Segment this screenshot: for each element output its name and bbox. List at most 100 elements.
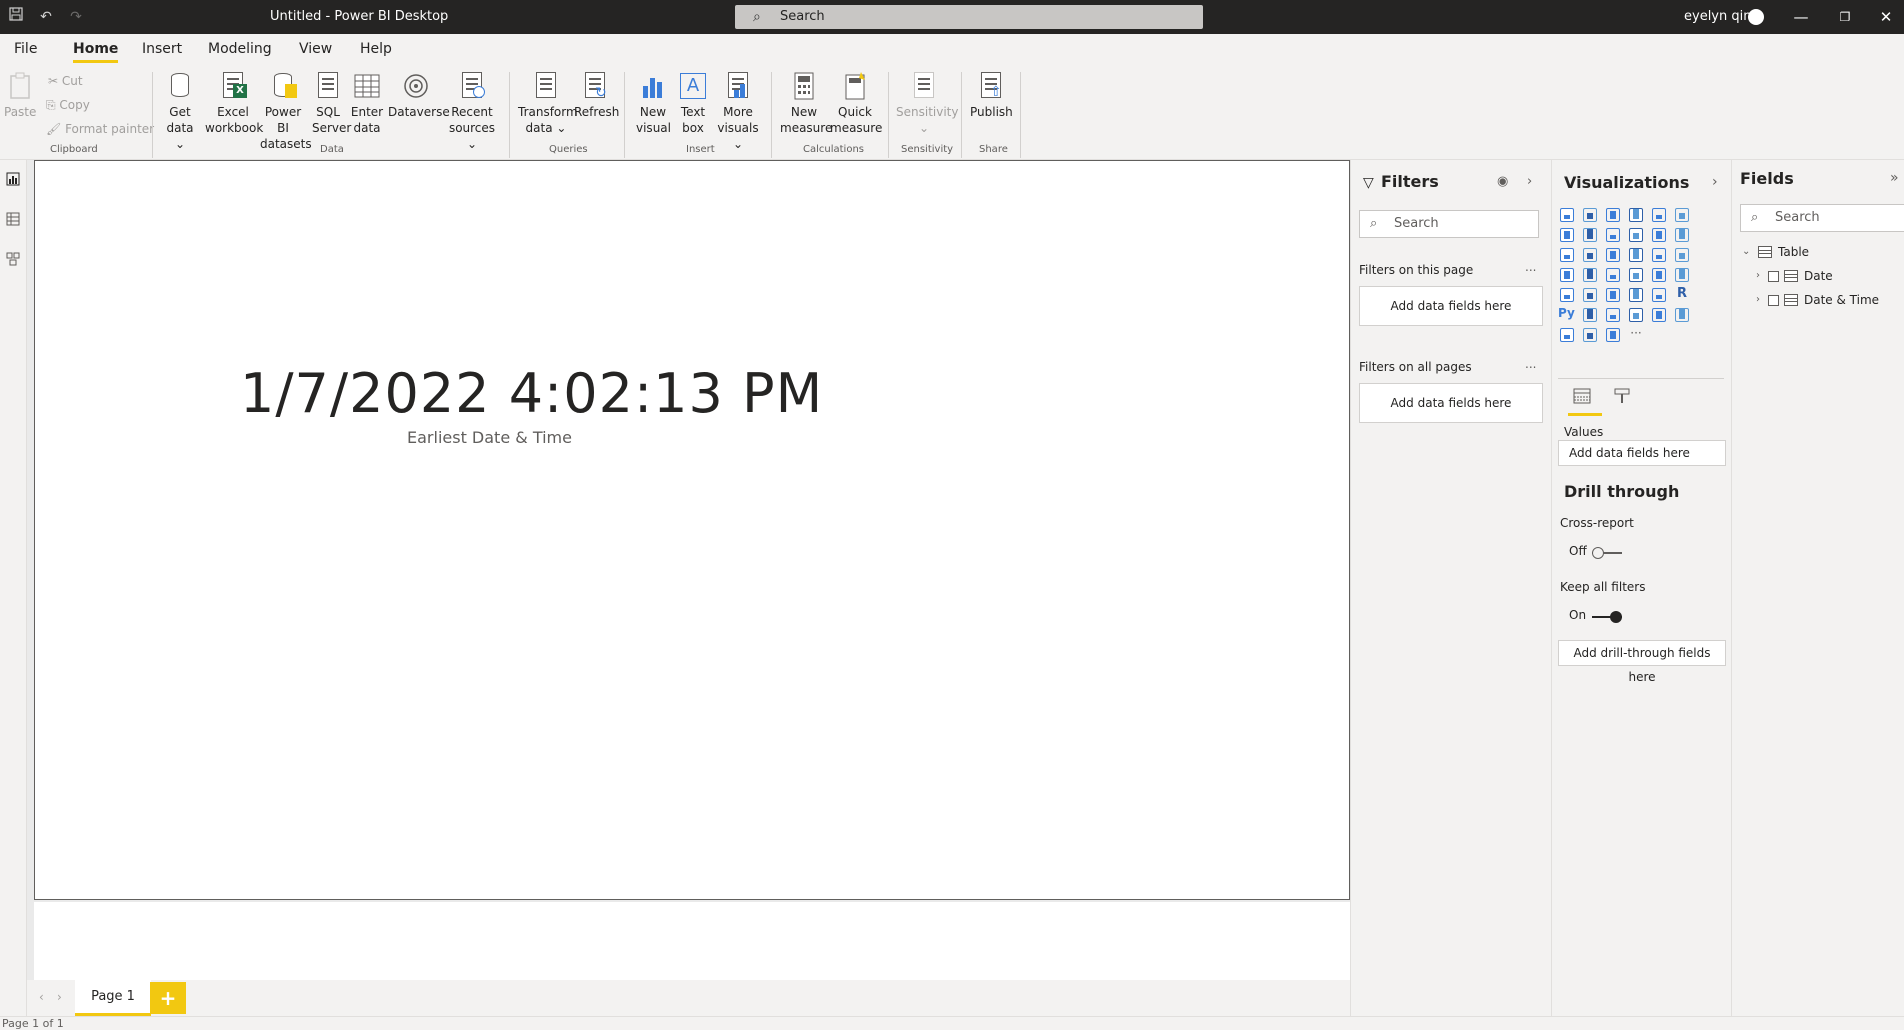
funnel-chart-icon[interactable]: [1581, 246, 1599, 264]
collapse-fields-icon[interactable]: »: [1890, 170, 1899, 186]
restore-icon[interactable]: ❐: [1825, 4, 1865, 30]
100-stacked-bar-chart-icon[interactable]: [1650, 206, 1668, 224]
collapse-visualizations-icon[interactable]: ›: [1712, 174, 1718, 190]
format-paint-roller-icon[interactable]: [1610, 386, 1634, 410]
arcgis-map-icon[interactable]: [1558, 326, 1576, 344]
excel-workbook-button[interactable]: X Excel workbook: [205, 70, 263, 136]
matrix-icon[interactable]: [1650, 286, 1668, 304]
cross-report-toggle[interactable]: [1592, 547, 1622, 559]
clustered-bar-chart-icon[interactable]: [1604, 206, 1622, 224]
eye-icon[interactable]: ◉: [1497, 174, 1508, 189]
map-icon[interactable]: [1558, 266, 1576, 284]
ribbon-chart-icon[interactable]: [1673, 226, 1691, 244]
stacked-bar-chart-icon[interactable]: [1558, 206, 1576, 224]
keep-all-filters-toggle[interactable]: [1592, 611, 1622, 623]
power-automate-icon[interactable]: [1604, 326, 1622, 344]
report-canvas[interactable]: [34, 160, 1350, 900]
close-icon[interactable]: ✕: [1866, 4, 1904, 30]
cut-button[interactable]: ✂ Cut: [48, 74, 83, 88]
decomposition-tree-icon[interactable]: [1604, 306, 1622, 324]
qa-visual-icon[interactable]: [1627, 306, 1645, 324]
kpi-icon[interactable]: [1581, 286, 1599, 304]
transform-data-button[interactable]: Transform data ⌄: [518, 70, 578, 136]
undo-icon[interactable]: ↶: [36, 7, 56, 27]
new-visual-button[interactable]: New visual: [636, 70, 671, 136]
treemap-icon[interactable]: [1673, 246, 1691, 264]
paginated-report-icon[interactable]: [1673, 306, 1691, 324]
fields-well-tab-icon[interactable]: [1568, 386, 1602, 416]
pie-chart-icon[interactable]: [1627, 246, 1645, 264]
quick-measure-button[interactable]: Quick measure: [830, 70, 882, 136]
avatar[interactable]: [1748, 9, 1764, 25]
new-measure-button[interactable]: New measure: [780, 70, 832, 136]
table-visual-icon[interactable]: [1627, 286, 1645, 304]
area-chart-icon[interactable]: [1581, 226, 1599, 244]
gauge-icon[interactable]: [1650, 266, 1668, 284]
data-view-icon[interactable]: [6, 212, 21, 226]
more-visuals-button[interactable]: More visuals ⌄: [714, 70, 762, 152]
redo-icon[interactable]: ↷: [66, 7, 86, 27]
multi-row-card-icon[interactable]: [1558, 286, 1576, 304]
more-options-icon[interactable]: ...: [1525, 357, 1536, 371]
line-chart-icon[interactable]: [1558, 226, 1576, 244]
more-options-icon[interactable]: ...: [1525, 260, 1536, 274]
filled-map-icon[interactable]: [1581, 266, 1599, 284]
power-bi-datasets-button[interactable]: Power BI datasets: [260, 70, 312, 152]
add-page-button[interactable]: +: [150, 982, 186, 1014]
tab-home[interactable]: Home: [73, 41, 119, 63]
card-value[interactable]: 1/7/2022 4:02:13 PM: [240, 362, 823, 425]
get-data-button[interactable]: Get data ⌄: [162, 70, 198, 152]
model-view-icon[interactable]: [6, 252, 21, 266]
recent-sources-button[interactable]: Recent sources ⌄: [446, 70, 498, 152]
field-checkbox[interactable]: [1768, 271, 1779, 282]
sql-server-button[interactable]: SQL Server: [312, 70, 351, 136]
shape-map-icon[interactable]: [1604, 266, 1622, 284]
smart-narrative-icon[interactable]: [1650, 306, 1668, 324]
clustered-column-chart-icon[interactable]: [1627, 206, 1645, 224]
global-search-input[interactable]: ⌕ Search: [735, 5, 1203, 29]
values-dropzone[interactable]: Add data fields here: [1558, 440, 1726, 466]
card-icon[interactable]: [1673, 266, 1691, 284]
page-tab[interactable]: Page 1: [75, 980, 151, 1016]
line-and-column-chart-icon[interactable]: [1627, 226, 1645, 244]
line-and-clustered-column-chart-icon[interactable]: [1650, 226, 1668, 244]
copy-button[interactable]: ⎘ Copy: [46, 98, 90, 113]
collapse-filters-icon[interactable]: ›: [1527, 174, 1532, 189]
filters-search-input[interactable]: ⌕ Search: [1359, 210, 1539, 238]
publish-button[interactable]: ⇧ Publish: [970, 70, 1013, 120]
page-filters-dropzone[interactable]: Add data fields here: [1359, 286, 1543, 326]
refresh-button[interactable]: ↻ Refresh: [574, 70, 619, 120]
tab-file[interactable]: File: [14, 41, 37, 57]
100-stacked-column-chart-icon[interactable]: [1673, 206, 1691, 224]
scatter-chart-icon[interactable]: [1604, 246, 1622, 264]
user-name[interactable]: eyelyn qin: [1684, 9, 1751, 24]
donut-chart-icon[interactable]: [1650, 246, 1668, 264]
r-script-visual-icon[interactable]: R: [1673, 286, 1691, 304]
prev-page-icon[interactable]: ‹: [39, 990, 44, 1004]
tree-field-date[interactable]: › Date: [1756, 269, 1904, 286]
format-painter-button[interactable]: 🖌 Format painter: [46, 122, 154, 136]
fields-search-input[interactable]: ⌕ Search: [1740, 204, 1904, 232]
more-visuals-icon[interactable]: ···: [1627, 326, 1645, 344]
tab-modeling[interactable]: Modeling: [208, 41, 272, 57]
enter-data-button[interactable]: Enter data: [350, 70, 384, 136]
dataverse-button[interactable]: Dataverse: [388, 70, 450, 120]
tree-table[interactable]: ⌄ Table: [1742, 245, 1902, 262]
paste-button[interactable]: Paste: [4, 70, 36, 120]
drill-through-dropzone[interactable]: Add drill-through fields here: [1558, 640, 1726, 684]
power-apps-icon[interactable]: [1581, 326, 1599, 344]
azure-map-icon[interactable]: [1627, 266, 1645, 284]
next-page-icon[interactable]: ›: [57, 990, 62, 1004]
stacked-column-chart-icon[interactable]: [1581, 206, 1599, 224]
save-icon[interactable]: [6, 7, 26, 27]
sensitivity-button[interactable]: Sensitivity ⌄: [896, 70, 958, 136]
all-pages-filters-dropzone[interactable]: Add data fields here: [1359, 383, 1543, 423]
key-influencers-icon[interactable]: [1581, 306, 1599, 324]
slicer-icon[interactable]: [1604, 286, 1622, 304]
tree-field-date-time[interactable]: › Date & Time: [1756, 293, 1904, 310]
minimize-icon[interactable]: —: [1781, 4, 1821, 30]
report-view-icon[interactable]: [6, 172, 21, 186]
tab-help[interactable]: Help: [360, 41, 392, 57]
tab-insert[interactable]: Insert: [142, 41, 182, 57]
tab-view[interactable]: View: [299, 41, 332, 57]
